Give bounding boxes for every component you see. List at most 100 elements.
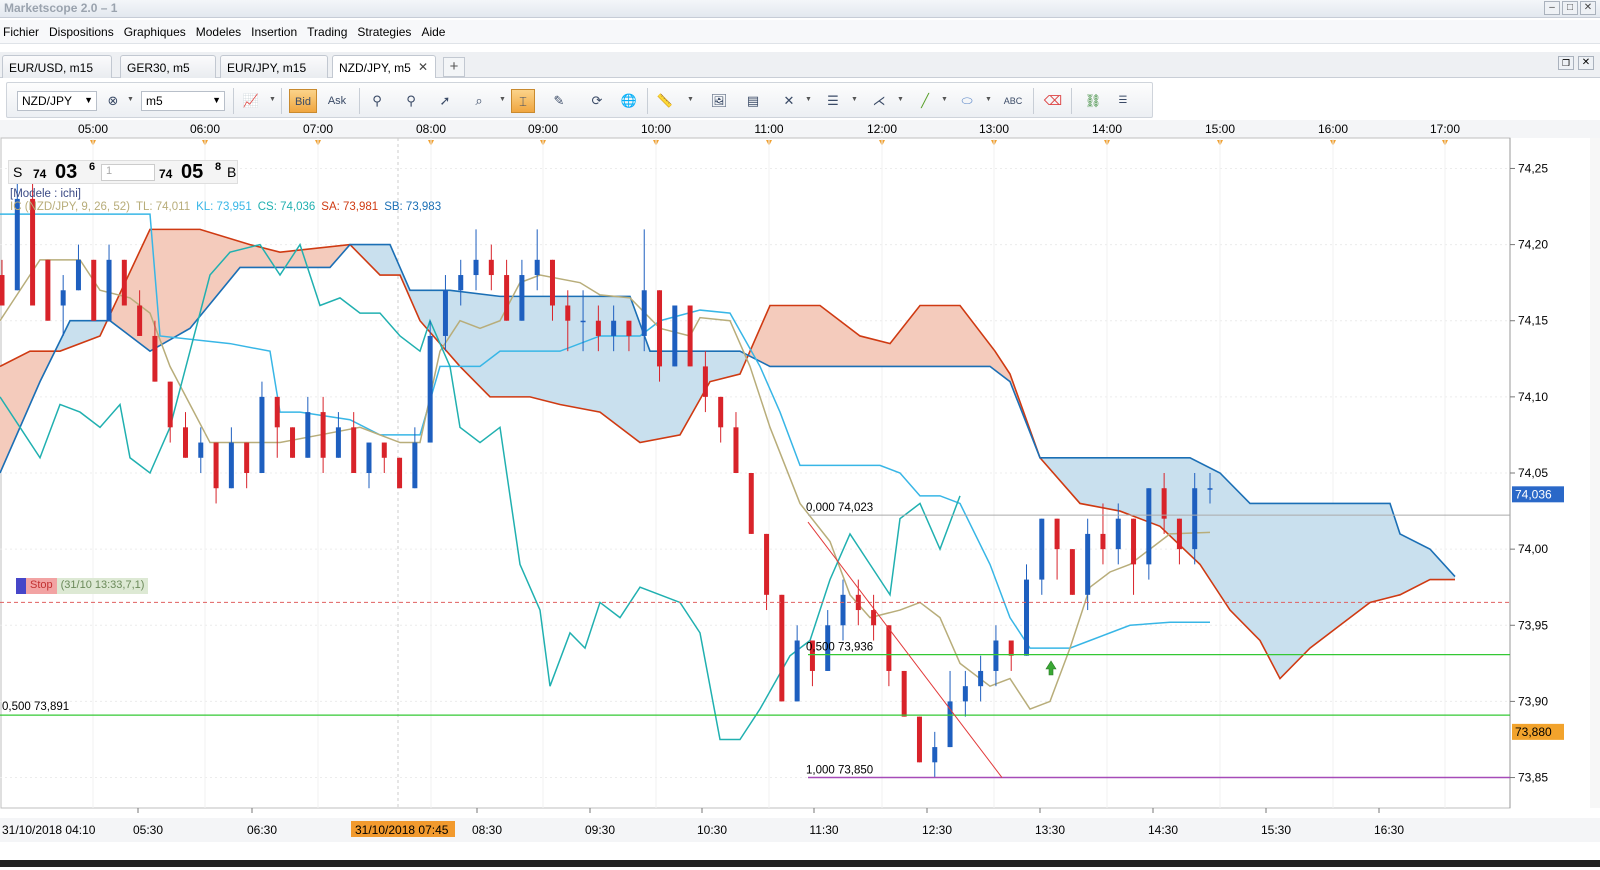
candle [519, 259, 525, 321]
tab-eurjpy[interactable]: EUR/JPY, m15 [220, 55, 328, 78]
candle-body [1054, 518, 1060, 550]
candle-body [1131, 518, 1137, 565]
zoom-range-icon[interactable]: ⌕ [467, 89, 491, 113]
cursor-time-label: 31/10/2018 07:45 [355, 823, 449, 837]
candle [718, 396, 724, 443]
indicators-icon[interactable]: ✕ [777, 89, 801, 113]
ellipse-icon[interactable]: ⬭ [955, 89, 979, 113]
tab-nzdjpy[interactable]: NZD/JPY, m5 ✕ [332, 55, 436, 78]
stop-order-badge[interactable]: Stop (31/10 13:33,7,1) [16, 578, 149, 594]
add-tab-icon[interactable]: + [443, 57, 465, 77]
stop-handle[interactable] [16, 578, 26, 594]
candle-body [840, 594, 846, 626]
overflow-icon[interactable]: ☰ [1111, 89, 1135, 113]
menu-trading[interactable]: Trading [304, 25, 354, 39]
candle [91, 259, 97, 321]
cs-value: CS: 74,036 [257, 201, 316, 213]
eraser-icon[interactable]: ⌫ [1041, 89, 1065, 113]
cloud-bearish [750, 305, 1041, 459]
sell-big[interactable]: 74 [33, 167, 46, 181]
buy-label[interactable]: B [227, 164, 236, 180]
chevron-down-icon[interactable]: ▼ [687, 96, 694, 103]
candle [244, 442, 250, 489]
ask-button[interactable]: Ask [323, 89, 351, 113]
time-tick-label: 06:30 [247, 823, 277, 837]
lot-input[interactable]: 1 [101, 164, 155, 181]
crosshair-icon[interactable]: ⌶ [511, 89, 535, 113]
price-tick-label: 73,95 [1518, 618, 1548, 632]
candle-body [244, 442, 250, 473]
minimize-icon[interactable]: – [1544, 1, 1560, 15]
template-icon[interactable]: ▤ [741, 89, 765, 113]
timeframe-select[interactable]: m5 ▼ [141, 91, 225, 111]
candle [764, 533, 770, 611]
candle-body [458, 275, 464, 291]
chart-area[interactable]: 05:00 06:00 07:00 08:00 09:00 10:00 11:00 12:00… [0, 120, 1600, 867]
candle-body [748, 473, 754, 534]
globe-icon[interactable]: 🌐 [617, 89, 641, 113]
restore-icon[interactable]: ❐ [1558, 56, 1574, 70]
close-icon[interactable]: ✕ [1580, 1, 1596, 15]
ichimoku-chart[interactable]: 05:00 06:00 07:00 08:00 09:00 10:00 11:00 12:00… [0, 120, 1600, 867]
fan-icon[interactable]: ⋌ [867, 89, 891, 113]
candle [794, 625, 800, 702]
chevron-down-icon[interactable]: ▼ [805, 96, 812, 103]
menu-dispositions[interactable]: Dispositions [46, 25, 121, 39]
buy-main[interactable]: 05 [181, 161, 203, 184]
chevron-down-icon[interactable]: ▼ [127, 96, 134, 103]
sell-label[interactable]: S [13, 164, 22, 180]
instrument-select[interactable]: NZD/JPY ▼ [17, 91, 97, 111]
sync-icon[interactable]: ⟳ [585, 89, 609, 113]
menu-strategies[interactable]: Strategies [354, 25, 418, 39]
pointer-icon[interactable]: ➚ [433, 89, 457, 113]
tab-eurusd[interactable]: EUR/USD, m15 [2, 55, 112, 78]
chevron-down-icon[interactable]: ▼ [897, 96, 904, 103]
buy-big[interactable]: 74 [159, 167, 172, 181]
chevron-down-icon[interactable]: ▼ [269, 96, 276, 103]
candle-body [152, 335, 158, 382]
link-icon[interactable]: ⊗ [101, 89, 125, 113]
candle [1008, 640, 1014, 671]
candle [1100, 503, 1106, 565]
chevron-down-icon[interactable]: ▼ [851, 96, 858, 103]
menu-fichier[interactable]: Fichier [0, 25, 46, 39]
chart-type-icon[interactable]: 📈 [239, 89, 263, 113]
properties-icon[interactable]: ✎ [547, 89, 571, 113]
separator [233, 88, 234, 114]
ruler-icon[interactable]: 📏 [653, 89, 677, 113]
chevron-down-icon[interactable]: ▼ [941, 96, 948, 103]
menu-modeles[interactable]: Modeles [193, 25, 248, 39]
hierarchy-icon[interactable]: ⛓ [1081, 89, 1105, 113]
zoom-out-icon[interactable]: ⚲ [399, 89, 423, 113]
chevron-down-icon[interactable]: ▼ [499, 96, 506, 103]
candle-body [259, 396, 265, 473]
picture-icon[interactable]: 🖼 [707, 89, 731, 113]
menu-graphiques[interactable]: Graphiques [121, 25, 193, 39]
price-tick-label: 74,25 [1518, 161, 1548, 175]
candle-body [779, 594, 785, 702]
scrollbar-track[interactable] [1590, 138, 1600, 808]
chevron-down-icon[interactable]: ▼ [985, 96, 992, 103]
candle-body [886, 625, 892, 671]
candle-body [290, 427, 296, 458]
menu-aide[interactable]: Aide [418, 25, 452, 39]
bid-button[interactable]: Bid [289, 89, 317, 113]
sell-main[interactable]: 03 [55, 161, 77, 184]
candle-body [626, 320, 632, 336]
tab-ger30[interactable]: GER30, m5 [120, 55, 216, 78]
sb-value: SB: 73,983 [384, 201, 442, 213]
candle-body [351, 427, 357, 473]
tab-close-icon[interactable]: ✕ [418, 60, 428, 74]
time-tick-label: 13:00 [979, 122, 1009, 136]
maximize-icon[interactable]: □ [1562, 1, 1578, 15]
candle-body [1069, 549, 1075, 595]
zoom-in-icon[interactable]: ⚲ [365, 89, 389, 113]
text-label-icon[interactable]: ABC [1001, 89, 1025, 113]
time-tick-label: 08:30 [472, 823, 502, 837]
lines-icon[interactable]: ☰ [821, 89, 845, 113]
indicator-legend[interactable]: IC (NZD/JPY, 9, 26, 52) TL: 74,011 KL: 7… [10, 201, 441, 213]
menu-insertion[interactable]: Insertion [248, 25, 304, 39]
candle [1131, 518, 1137, 595]
close-chart-icon[interactable]: ✕ [1578, 56, 1594, 70]
trendline-icon[interactable]: ╱ [913, 89, 937, 113]
